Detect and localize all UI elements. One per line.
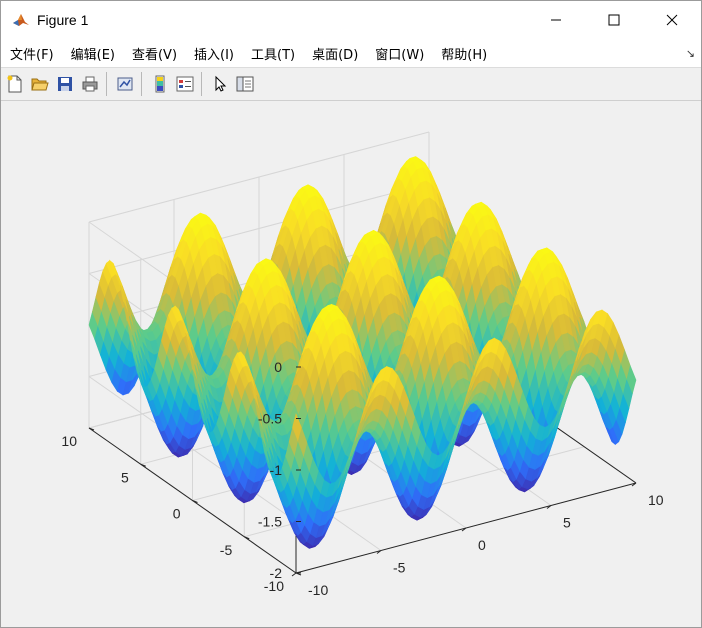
surface-plot[interactable]: -10-50510-10-505100-0.5-1-1.5-2 xyxy=(1,102,701,627)
z-tick-label: -2 xyxy=(270,565,283,581)
link-plot-button[interactable] xyxy=(114,73,136,95)
toolbar xyxy=(1,67,701,101)
x-tick-label: 10 xyxy=(648,492,664,508)
menu-insert[interactable]: 插入(I) xyxy=(194,44,234,63)
dock-arrow-icon[interactable]: ↘ xyxy=(686,47,695,60)
legend-button[interactable] xyxy=(174,73,196,95)
title-bar[interactable]: Figure 1 xyxy=(1,1,701,39)
link-plot-icon xyxy=(117,77,133,91)
close-button[interactable] xyxy=(643,1,701,39)
close-icon xyxy=(666,14,678,26)
figure-canvas[interactable]: -10 -5 0 5 10 -10 -5 0 5 10 0 -0.5 -1 -1.5 -2 xyxy=(1,102,701,627)
x-tick-label: 0 xyxy=(478,537,486,553)
save-icon xyxy=(58,77,72,91)
menu-edit[interactable]: 编辑(E) xyxy=(71,44,115,63)
y-tick-label: 10 xyxy=(61,433,77,449)
x-tick-label: -5 xyxy=(393,560,406,576)
toolbar-separator xyxy=(106,72,107,96)
menu-tools[interactable]: 工具(T) xyxy=(251,44,295,63)
new-figure-button[interactable] xyxy=(4,73,26,95)
open-button[interactable] xyxy=(29,73,51,95)
z-tick-label: -1 xyxy=(270,462,283,478)
menu-view[interactable]: 查看(V) xyxy=(132,44,177,63)
menu-bar: 文件(F) 编辑(E) 查看(V) 插入(I) 工具(T) 桌面(D) 窗口(W… xyxy=(1,39,701,67)
matlab-logo-icon xyxy=(12,11,30,29)
z-tick-label: 0 xyxy=(274,359,282,375)
z-tick-label: -1.5 xyxy=(258,514,282,530)
property-inspector-icon xyxy=(236,76,254,92)
menu-file[interactable]: 文件(F) xyxy=(10,44,54,63)
surface-mesh xyxy=(88,156,637,549)
figure-window: Figure 1 文件(F) 编辑(E) 查看(V) 插入(I) 工具(T) 桌… xyxy=(0,0,702,628)
pointer-button[interactable] xyxy=(209,73,231,95)
toolbar-separator xyxy=(141,72,142,96)
maximize-button[interactable] xyxy=(585,1,643,39)
print-icon xyxy=(82,76,98,92)
y-tick-label: 0 xyxy=(173,506,181,522)
menu-help[interactable]: 帮助(H) xyxy=(441,44,487,63)
toolbar-separator xyxy=(201,72,202,96)
menu-window[interactable]: 窗口(W) xyxy=(375,44,424,63)
save-button[interactable] xyxy=(54,73,76,95)
z-tick-label: -0.5 xyxy=(258,411,282,427)
y-tick-label: 5 xyxy=(121,469,129,485)
colorbar-icon xyxy=(155,75,165,93)
minimize-icon xyxy=(551,19,561,21)
minimize-button[interactable] xyxy=(527,1,585,39)
legend-icon xyxy=(176,76,194,92)
grid-line xyxy=(291,572,297,577)
pointer-icon xyxy=(215,75,227,92)
x-tick-label: -10 xyxy=(308,582,328,598)
y-tick-label: -5 xyxy=(220,542,233,558)
open-icon xyxy=(31,78,49,91)
window-title: Figure 1 xyxy=(37,12,89,28)
maximize-icon xyxy=(608,14,620,26)
colorbar-button[interactable] xyxy=(149,73,171,95)
new-figure-icon xyxy=(7,75,22,93)
property-inspector-button[interactable] xyxy=(234,73,256,95)
print-button[interactable] xyxy=(79,73,101,95)
menu-desktop[interactable]: 桌面(D) xyxy=(312,44,358,63)
x-tick-label: 5 xyxy=(563,515,571,531)
